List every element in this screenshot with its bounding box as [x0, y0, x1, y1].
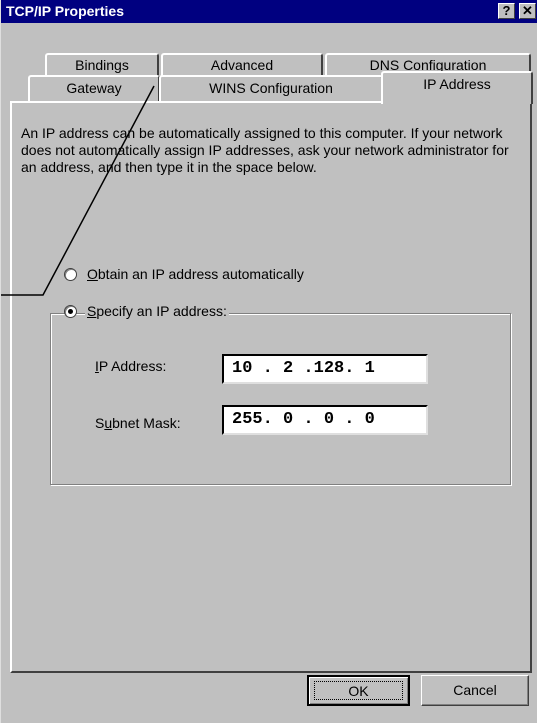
ip-settings-group	[50, 313, 511, 485]
specify-ip-label[interactable]: Specify an IP address:	[85, 303, 229, 319]
specify-ip-radio[interactable]	[64, 305, 77, 318]
tab-wins-configuration[interactable]: WINS Configuration	[159, 75, 383, 102]
ip-address-input[interactable]: 10 . 2 .128. 1	[222, 354, 428, 384]
window-title: TCP/IP Properties	[6, 3, 125, 19]
description-text: An IP address can be automatically assig…	[21, 125, 509, 175]
tcpip-properties-dialog: TCP/IP Properties ? ✕ Bindings Advanced …	[0, 0, 537, 723]
tab-advanced[interactable]: Advanced	[161, 53, 323, 77]
obtain-ip-label[interactable]: Obtain an IP address automatically	[85, 266, 306, 282]
tab-bindings[interactable]: Bindings	[45, 53, 159, 77]
obtain-ip-radio[interactable]	[64, 268, 77, 281]
tab-ip-address[interactable]: IP Address	[381, 71, 533, 104]
help-button[interactable]: ?	[498, 3, 515, 19]
subnet-mask-input[interactable]: 255. 0 . 0 . 0	[222, 405, 428, 435]
close-button[interactable]: ✕	[519, 3, 536, 19]
ok-button[interactable]: OK	[307, 675, 410, 706]
radio-selected-dot	[68, 309, 73, 314]
title-bar[interactable]: TCP/IP Properties ? ✕	[1, 0, 537, 23]
ip-address-label: IP Address:	[95, 358, 167, 374]
tab-gateway[interactable]: Gateway	[28, 75, 160, 102]
subnet-mask-label: Subnet Mask:	[95, 415, 181, 431]
cancel-button[interactable]: Cancel	[421, 675, 529, 706]
focus-rectangle	[314, 681, 403, 700]
